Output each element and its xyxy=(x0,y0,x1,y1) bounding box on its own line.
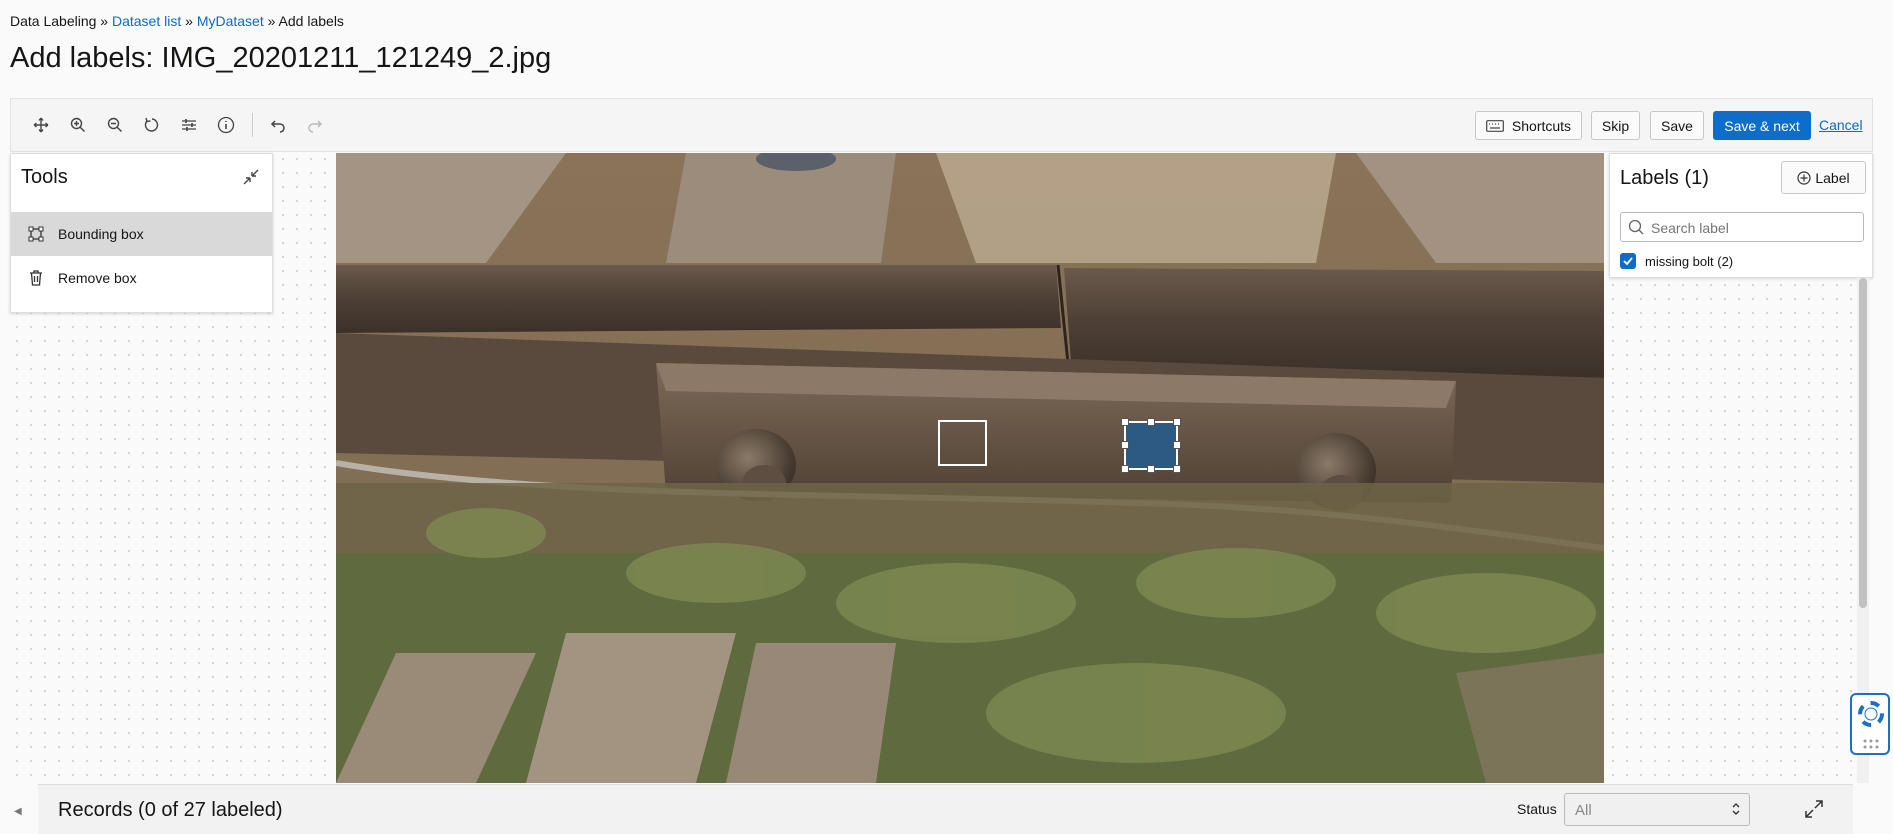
skip-button[interactable]: Skip xyxy=(1591,111,1640,140)
collapse-icon[interactable] xyxy=(242,168,260,191)
page-title: Add labels: IMG_20201211_121249_2.jpg xyxy=(10,42,552,74)
status-select-value: All xyxy=(1575,802,1592,819)
bounding-box-annotation[interactable] xyxy=(938,420,987,466)
scrollbar-thumb[interactable] xyxy=(1859,278,1867,608)
resize-handle[interactable] xyxy=(1147,418,1155,426)
status-label: Status xyxy=(1517,801,1557,817)
resize-handle[interactable] xyxy=(1147,465,1155,473)
resize-handle[interactable] xyxy=(1121,465,1129,473)
zoom-in-icon[interactable] xyxy=(66,113,90,137)
railway-track-photo xyxy=(336,153,1604,783)
expand-icon[interactable] xyxy=(1804,799,1824,824)
label-item-missing-bolt[interactable]: missing bolt (2) xyxy=(1620,253,1733,269)
search-icon xyxy=(1628,219,1644,240)
status-select[interactable]: All xyxy=(1564,793,1750,826)
resize-handle[interactable] xyxy=(1173,418,1181,426)
zoom-out-icon[interactable] xyxy=(103,113,127,137)
cancel-link[interactable]: Cancel xyxy=(1819,117,1863,133)
resize-handle[interactable] xyxy=(1121,441,1129,449)
breadcrumb-separator: » xyxy=(100,13,109,29)
records-count: Records (0 of 27 labeled) xyxy=(58,799,283,821)
resize-handle[interactable] xyxy=(1121,418,1129,426)
breadcrumb-separator: » xyxy=(267,13,276,29)
redo-icon[interactable] xyxy=(303,113,327,137)
records-footer: Records (0 of 27 labeled) Status All xyxy=(38,784,1853,834)
label-item-text: missing bolt (2) xyxy=(1645,253,1734,269)
tool-label: Remove box xyxy=(58,270,137,286)
shortcuts-label: Shortcuts xyxy=(1511,117,1572,134)
breadcrumb-mydataset-link[interactable]: MyDataset xyxy=(197,13,264,29)
search-label-input[interactable] xyxy=(1649,217,1853,239)
tools-title: Tools xyxy=(21,166,68,188)
tool-remove-box[interactable]: Remove box xyxy=(11,256,272,300)
save-and-next-button[interactable]: Save & next xyxy=(1713,111,1811,140)
keyboard-icon xyxy=(1486,119,1504,132)
bounding-box-icon xyxy=(26,226,46,242)
info-icon[interactable] xyxy=(214,113,238,137)
move-icon[interactable] xyxy=(29,113,53,137)
labels-panel: Labels (1) Label missing bolt (2) xyxy=(1609,153,1873,278)
breadcrumb-data-labeling: Data Labeling xyxy=(10,13,97,29)
dataset-image[interactable] xyxy=(336,153,1604,783)
search-label-field[interactable] xyxy=(1620,212,1864,242)
add-label-text: Label xyxy=(1815,169,1850,186)
labels-title: Labels (1) xyxy=(1620,167,1709,189)
label-checkbox[interactable] xyxy=(1620,253,1636,269)
breadcrumb: Data Labeling » Dataset list » MyDataset… xyxy=(10,13,344,29)
drag-handle-icon[interactable] xyxy=(1862,737,1880,755)
save-button[interactable]: Save xyxy=(1650,111,1704,140)
toolbar-divider xyxy=(252,113,253,137)
resize-handle[interactable] xyxy=(1173,465,1181,473)
tool-label: Bounding box xyxy=(58,226,144,242)
shortcuts-button[interactable]: Shortcuts xyxy=(1475,111,1582,140)
select-arrows-icon xyxy=(1731,801,1741,821)
labeling-toolbar: Shortcuts Skip Save Save & next Cancel xyxy=(10,98,1873,152)
plus-circle-icon xyxy=(1797,170,1811,185)
scroll-left-icon[interactable]: ◀ xyxy=(14,806,22,817)
breadcrumb-dataset-list-link[interactable]: Dataset list xyxy=(112,13,181,29)
resize-handle[interactable] xyxy=(1173,441,1181,449)
lifebuoy-icon xyxy=(1858,701,1884,732)
reset-icon[interactable] xyxy=(140,113,164,137)
help-widget[interactable] xyxy=(1850,693,1890,755)
breadcrumb-add-labels: Add labels xyxy=(278,13,344,29)
add-label-button[interactable]: Label xyxy=(1781,161,1866,194)
tool-bounding-box[interactable]: Bounding box xyxy=(11,212,272,256)
breadcrumb-separator: » xyxy=(185,13,193,29)
trash-icon xyxy=(26,270,46,286)
tools-panel: Tools Bounding box Remove box xyxy=(10,153,273,313)
selected-bounding-box-annotation[interactable] xyxy=(1121,418,1181,473)
adjust-icon[interactable] xyxy=(177,113,201,137)
undo-icon[interactable] xyxy=(266,113,290,137)
